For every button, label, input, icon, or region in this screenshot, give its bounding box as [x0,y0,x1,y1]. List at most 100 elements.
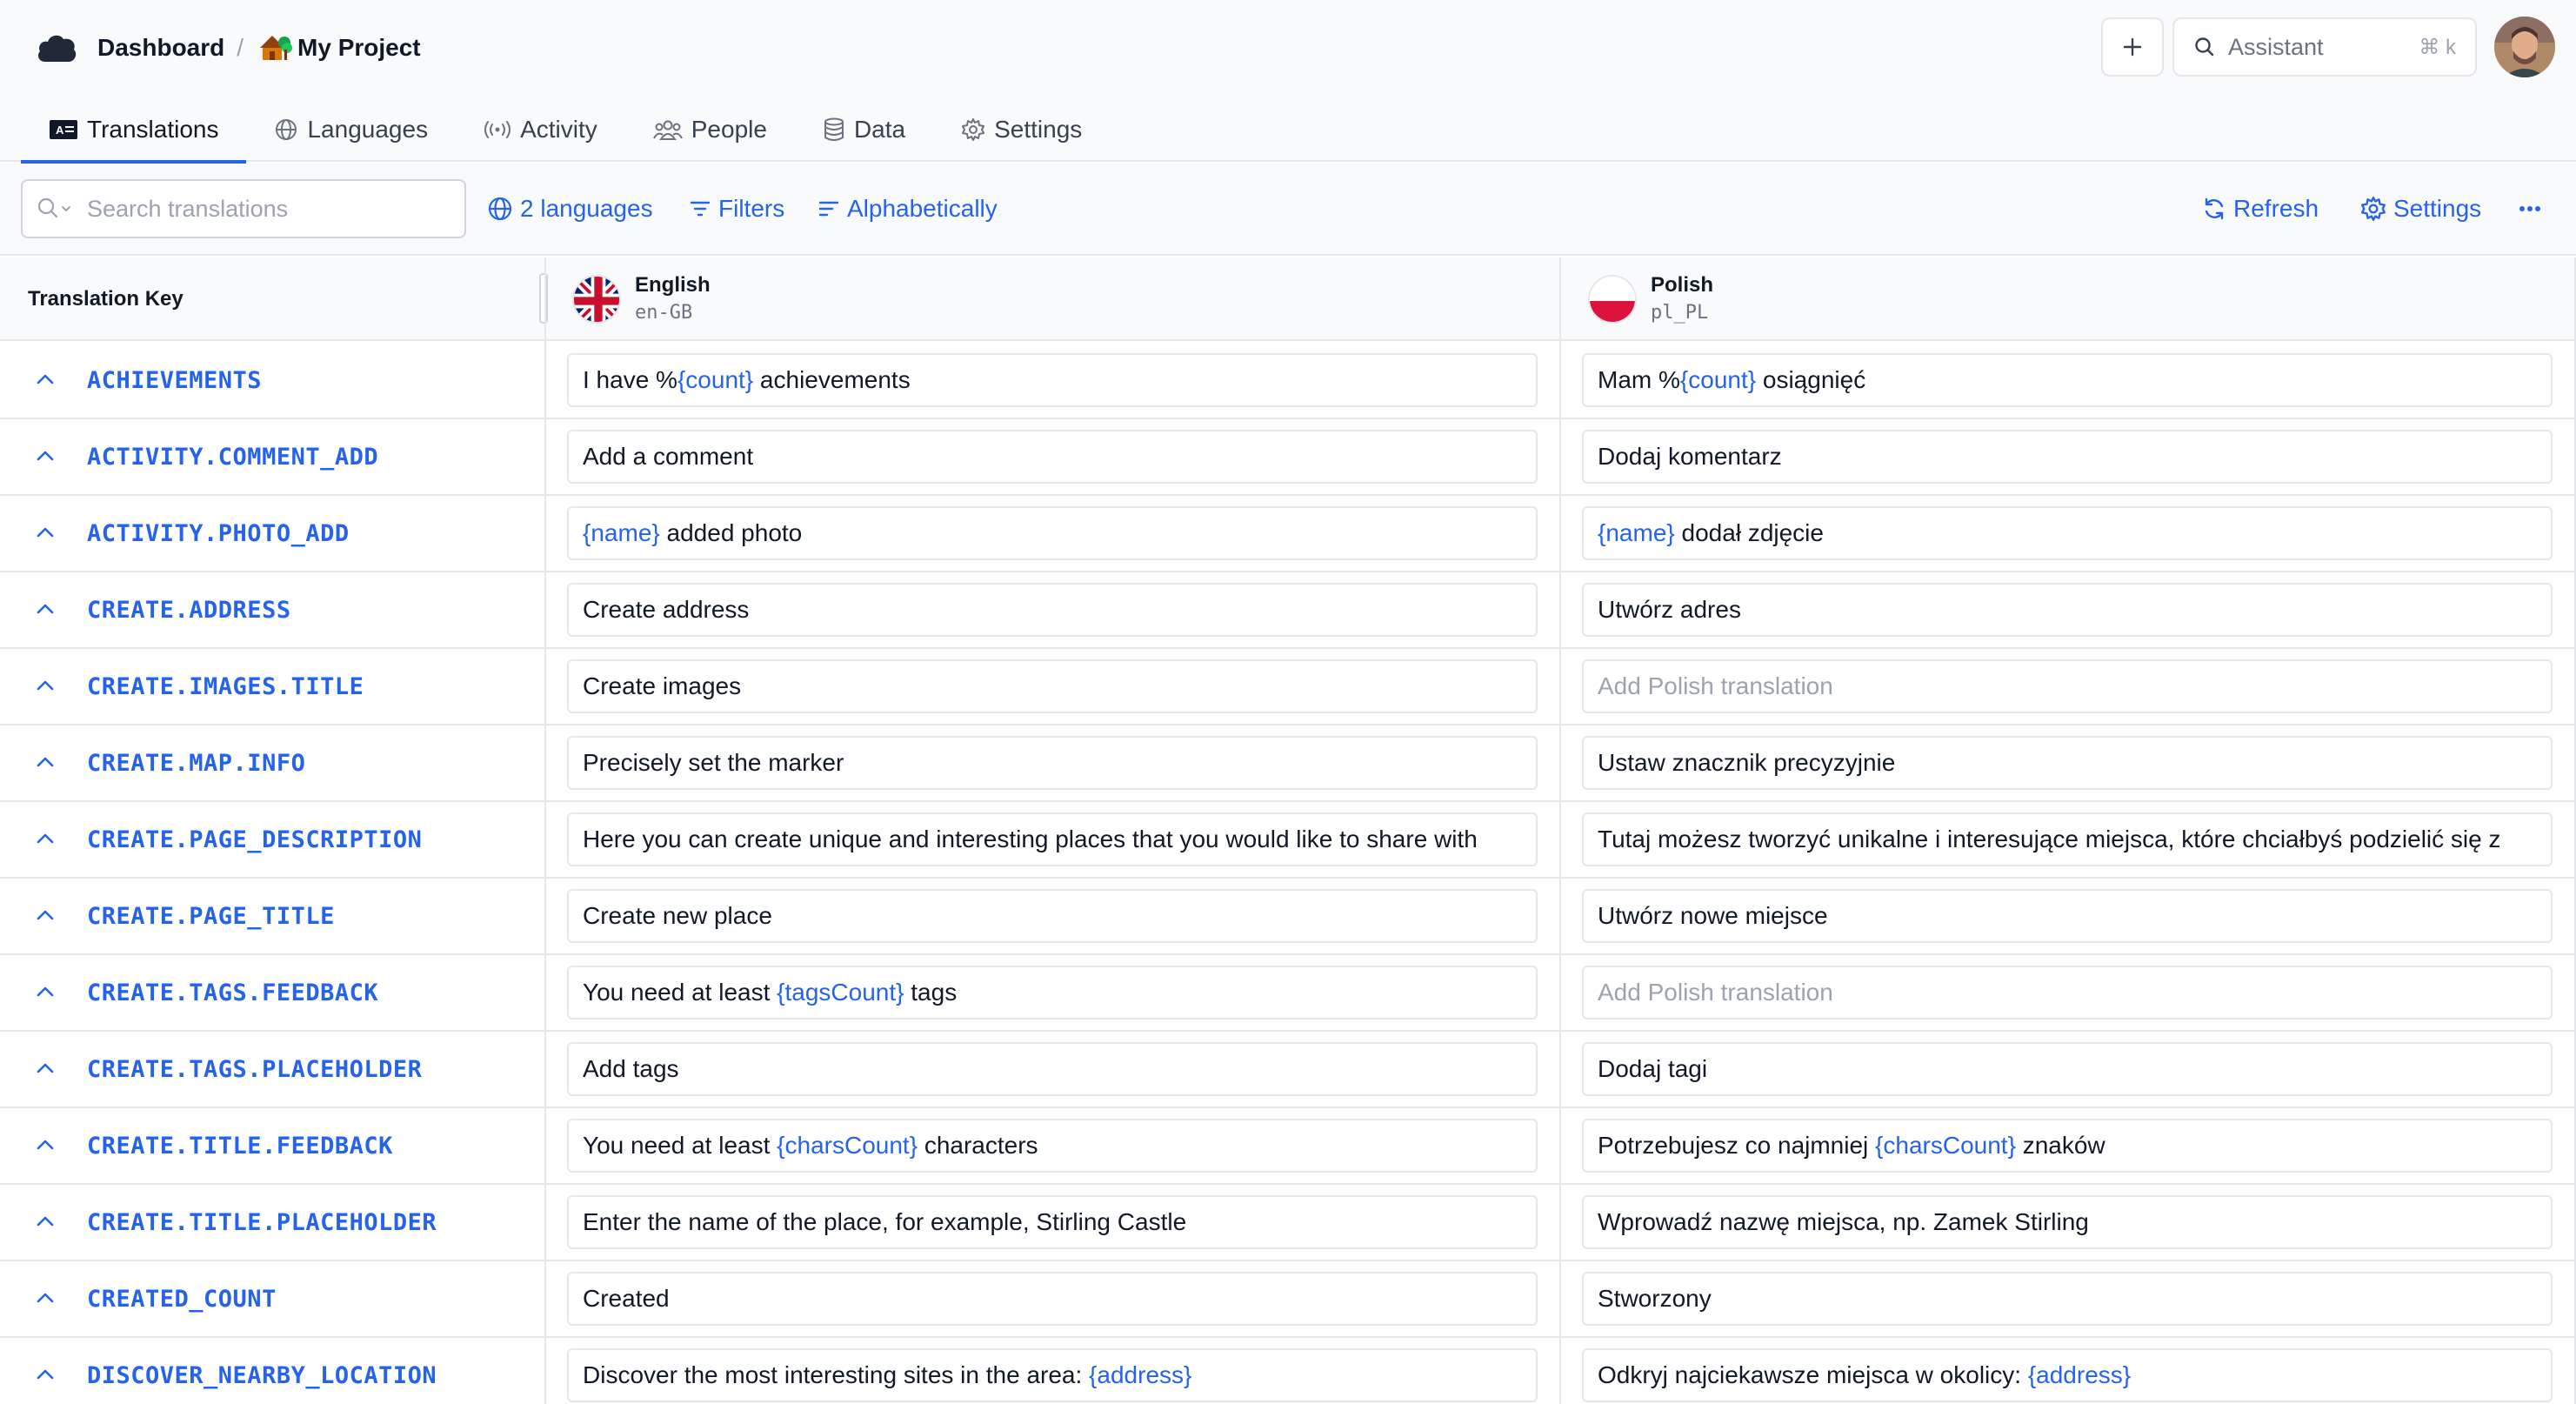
search-box[interactable] [21,179,466,238]
filter-icon [690,201,711,217]
translation-cell-pl[interactable]: Add Polish translation [1582,966,2553,1020]
translation-cell-pl[interactable]: Potrzebujesz co najmniej {charsCount} zn… [1582,1119,2553,1173]
translation-key[interactable]: ACTIVITY.COMMENT_ADD [87,419,378,494]
tab-people[interactable]: People [625,97,795,162]
translation-cell-pl[interactable]: Utwórz adres [1582,583,2553,637]
placeholder-variable: {name} [1598,519,1675,546]
cloud-logo-icon[interactable] [35,30,78,65]
tab-label: Settings [994,116,1083,143]
translation-key[interactable]: CREATE.PAGE_TITLE [87,879,335,953]
translation-key[interactable]: CREATE.PAGE_DESCRIPTION [87,802,422,877]
translation-cell-pl[interactable]: Dodaj tagi [1582,1042,2553,1096]
translation-cell-en[interactable]: Enter the name of the place, for example… [567,1195,1538,1249]
translation-text: Ustaw znacznik precyzyjnie [1598,749,1896,776]
translation-cell-en[interactable]: I have % {count} achievements [567,353,1538,407]
chevron-up-icon[interactable] [33,1133,57,1161]
translation-key[interactable]: DISCOVER_NEARBY_LOCATION [87,1338,437,1404]
chevron-up-icon[interactable] [33,979,57,1008]
translation-key[interactable]: CREATE.MAP.INFO [87,725,305,800]
placeholder-variable: {count} [677,366,754,393]
translation-cell-pl[interactable]: Mam % {count} osiągnięć [1582,353,2553,407]
translation-cell-en[interactable]: Create images [567,659,1538,713]
translation-cell-pl[interactable]: Odkryj najciekawsze miejsca w okolicy: {… [1582,1348,2553,1402]
chevron-up-icon[interactable] [33,1056,57,1085]
translation-key[interactable]: CREATE.TITLE.PLACEHOLDER [87,1185,437,1260]
grid-settings-button[interactable]: Settings [2360,179,2481,238]
breadcrumb-project[interactable]: My Project [297,34,421,62]
translation-cell-en[interactable]: You need at least {charsCount} character… [567,1119,1538,1173]
translation-cell-en[interactable]: {name} added photo [567,506,1538,560]
breadcrumb-dashboard[interactable]: Dashboard [97,34,224,62]
poland-flag-icon [1588,275,1637,324]
tab-data[interactable]: Data [795,97,933,162]
assistant-button[interactable]: Assistant ⌘ k [2172,17,2477,77]
chevron-up-icon[interactable] [33,597,57,625]
translation-text: Mam % [1598,366,1680,393]
translation-cell-en[interactable]: Add a comment [567,430,1538,484]
translation-cell-en[interactable]: Create new place [567,889,1538,943]
table-row: CREATE.ADDRESS Create address Utwórz adres [0,572,2576,649]
chevron-up-icon[interactable] [33,1209,57,1238]
chevron-up-icon[interactable] [33,673,57,702]
chevron-up-icon[interactable] [33,444,57,472]
more-options-button[interactable] [2519,179,2548,238]
translation-cell-pl[interactable]: Dodaj komentarz [1582,430,2553,484]
languages-selector[interactable]: 2 languages [487,179,653,238]
translation-cell-pl[interactable]: Utwórz nowe miejsce [1582,889,2553,943]
table-row: CREATE.TITLE.PLACEHOLDER Enter the name o… [0,1185,2576,1261]
translation-key[interactable]: CREATED_COUNT [87,1261,277,1336]
translation-key[interactable]: CREATE.IMAGES.TITLE [87,649,364,724]
translation-cell-en[interactable]: Discover the most interesting sites in t… [567,1348,1538,1402]
translation-cell-pl[interactable]: Wprowadź nazwę miejsca, np. Zamek Stirli… [1582,1195,2553,1249]
chevron-up-icon[interactable] [33,520,57,549]
translation-key[interactable]: CREATE.TAGS.PLACEHOLDER [87,1032,422,1106]
chevron-up-icon[interactable] [33,1362,57,1391]
translation-text: Create images [583,672,742,699]
chevron-up-icon[interactable] [33,750,57,779]
translation-cell-pl[interactable]: Stworzony [1582,1272,2553,1326]
language-header-english: English en-GB [572,257,711,341]
filters-button[interactable]: Filters [689,179,784,238]
tab-languages[interactable]: Languages [246,97,456,162]
chevron-up-icon[interactable] [33,903,57,932]
refresh-button[interactable]: Refresh [2202,179,2319,238]
add-button[interactable] [2101,17,2164,77]
translation-cell-en[interactable]: You need at least {tagsCount} tags [567,966,1538,1020]
translation-cell-pl[interactable]: {name} dodał zdjęcie [1582,506,2553,560]
translation-key[interactable]: ACTIVITY.PHOTO_ADD [87,496,350,571]
translation-cell-en[interactable]: Create address [567,583,1538,637]
broadcast-icon [484,121,511,138]
placeholder-variable: {count} [1679,366,1757,393]
translation-cell-en[interactable]: Add tags [567,1042,1538,1096]
globe-icon [276,119,297,140]
translation-key[interactable]: CREATE.TAGS.FEEDBACK [87,955,378,1030]
translation-cell-en[interactable]: Created [567,1272,1538,1326]
translation-cell-en[interactable]: Precisely set the marker [567,736,1538,790]
user-avatar[interactable] [2494,17,2555,77]
chevron-up-icon[interactable] [33,826,57,855]
translation-cell-pl[interactable]: Add Polish translation [1582,659,2553,713]
people-icon [652,120,683,140]
tab-settings[interactable]: Settings [933,97,1110,162]
translation-cell-pl[interactable]: Ustaw znacznik precyzyjnie [1582,736,2553,790]
translation-key[interactable]: ACHIEVEMENTS [87,343,262,418]
tab-activity[interactable]: Activity [456,97,625,162]
refresh-label: Refresh [2233,195,2319,222]
search-input[interactable] [87,195,450,223]
translation-cell-pl[interactable]: Tutaj możesz tworzyć unikalne i interesu… [1582,812,2553,866]
project-emoji-icon [257,30,293,65]
sort-label: Alphabetically [847,195,998,222]
column-resize-handle[interactable] [539,273,548,324]
translation-cell-en[interactable]: Here you can create unique and interesti… [567,812,1538,866]
translation-key[interactable]: CREATE.ADDRESS [87,572,291,647]
tab-translations[interactable]: A Translations [21,97,247,164]
chevron-up-icon[interactable] [33,367,57,396]
filters-label: Filters [718,195,785,222]
translation-key[interactable]: CREATE.TITLE.FEEDBACK [87,1108,393,1183]
placeholder-variable: {tagsCount} [777,979,904,1006]
sort-button[interactable]: Alphabetically [818,179,998,238]
breadcrumb: Dashboard / My Project [35,24,421,71]
translation-text: Utwórz nowe miejsce [1598,902,1828,929]
table-row: CREATE.PAGE_DESCRIPTION Here you can crea… [0,802,2576,879]
chevron-up-icon[interactable] [33,1286,57,1314]
